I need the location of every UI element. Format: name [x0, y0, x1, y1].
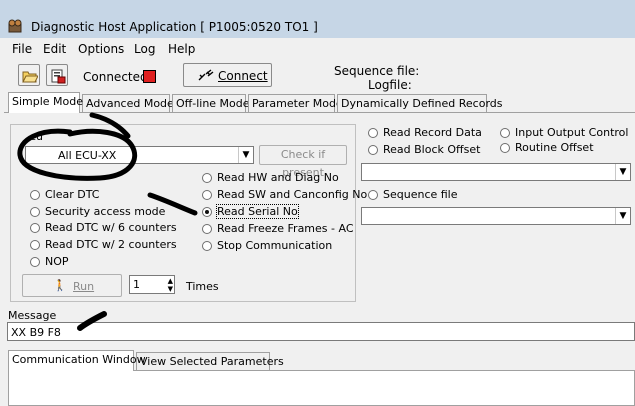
menu-log[interactable]: Log: [134, 42, 155, 56]
radio-input-output-control[interactable]: [500, 128, 510, 138]
run-count-value: 1: [133, 278, 140, 291]
chevron-down-icon[interactable]: ▼: [238, 147, 253, 163]
label-security-access: Security access mode: [45, 205, 166, 218]
radio-read-dtc-2[interactable]: [30, 240, 40, 250]
folder-open-icon: [22, 71, 38, 83]
radio-clear-dtc[interactable]: [30, 190, 40, 200]
message-field[interactable]: XX B9 F8: [7, 322, 635, 341]
label-read-serial: Read Serial No: [216, 204, 299, 219]
message-value: XX B9 F8: [11, 326, 61, 339]
radio-read-sw-canconfig[interactable]: [202, 190, 212, 200]
menu-edit[interactable]: Edit: [43, 42, 66, 56]
connection-led: [143, 70, 156, 83]
check-if-present-button[interactable]: Check if present: [259, 145, 347, 179]
radio-read-dtc-6[interactable]: [30, 223, 40, 233]
chevron-down-icon[interactable]: ▼: [615, 164, 630, 180]
menu-help[interactable]: Help: [168, 42, 195, 56]
window-title: Diagnostic Host Application [ P1005:0520…: [31, 20, 318, 34]
label-read-record-data: Read Record Data: [383, 126, 482, 139]
radio-routine-offset[interactable]: [500, 143, 510, 153]
radio-read-serial[interactable]: [202, 207, 212, 217]
radio-read-record-data[interactable]: [368, 128, 378, 138]
radio-stop-communication[interactable]: [202, 241, 212, 251]
ecu-select-value: All ECU-XX: [58, 149, 117, 162]
run-count-stepper[interactable]: 1 ▲ ▼: [129, 275, 175, 294]
radio-read-freeze-frames[interactable]: [202, 224, 212, 234]
logfile-label: Logfile:: [368, 78, 412, 92]
run-label: Run: [73, 280, 95, 293]
save-icon: [51, 69, 66, 84]
radio-nop[interactable]: [30, 257, 40, 267]
tab-dynamically-defined-records[interactable]: Dynamically Defined Records: [337, 94, 503, 112]
label-sequence-file: Sequence file: [383, 188, 458, 201]
tab-offline-mode[interactable]: Off-line Mode: [172, 94, 250, 112]
radio-read-hw-diag[interactable]: [202, 173, 212, 183]
sequence-file-label: Sequence file:: [334, 64, 420, 78]
label-read-dtc-6: Read DTC w/ 6 counters: [45, 221, 177, 234]
walking-person-icon: 🚶: [53, 279, 67, 292]
open-button[interactable]: [18, 64, 40, 86]
sequence-file-select[interactable]: ▼: [361, 207, 631, 225]
connect-button[interactable]: Connect: [183, 63, 272, 87]
connect-label: Connect: [218, 69, 268, 83]
ecu-group-label: cu: [30, 130, 44, 143]
tab-parameter-mode[interactable]: Parameter Mode: [248, 94, 343, 112]
stepper-arrows-icon[interactable]: ▲ ▼: [168, 277, 173, 293]
app-icon[interactable]: [7, 18, 23, 34]
tab-advanced-mode[interactable]: Advanced Mode: [82, 94, 174, 112]
connection-status-label: Connected: [83, 70, 148, 84]
label-routine-offset: Routine Offset: [515, 141, 594, 154]
label-read-dtc-2: Read DTC w/ 2 counters: [45, 238, 177, 251]
label-stop-communication: Stop Communication: [217, 239, 333, 252]
label-nop: NOP: [45, 255, 69, 268]
run-button[interactable]: 🚶 Run: [22, 274, 122, 297]
label-read-hw-diag: Read HW and Diag No: [217, 171, 339, 184]
label-clear-dtc: Clear DTC: [45, 188, 100, 201]
radio-security-access[interactable]: [30, 207, 40, 217]
radio-read-block-offset[interactable]: [368, 145, 378, 155]
label-read-freeze-frames: Read Freeze Frames - AC: [217, 222, 354, 235]
menu-options[interactable]: Options: [78, 42, 124, 56]
radio-sequence-file[interactable]: [368, 190, 378, 200]
record-select[interactable]: ▼: [361, 163, 631, 181]
communication-window-pane[interactable]: [8, 370, 635, 406]
save-log-button[interactable]: [46, 64, 68, 86]
tab-communication-window[interactable]: Communication Window: [8, 350, 146, 371]
tab-view-selected-parameters[interactable]: View Selected Parameters: [136, 352, 284, 370]
plug-icon: [198, 69, 214, 81]
chevron-down-icon[interactable]: ▼: [615, 208, 630, 224]
label-input-output-control: Input Output Control: [515, 126, 629, 139]
ecu-select[interactable]: All ECU-XX ▼: [25, 146, 254, 164]
label-read-block-offset: Read Block Offset: [383, 143, 481, 156]
tab-simple-mode[interactable]: Simple Mode: [8, 92, 83, 113]
times-label: Times: [186, 280, 219, 293]
menu-file[interactable]: File: [12, 42, 32, 56]
label-read-sw-canconfig: Read SW and Canconfig No: [217, 188, 368, 201]
message-label: Message: [8, 309, 57, 322]
